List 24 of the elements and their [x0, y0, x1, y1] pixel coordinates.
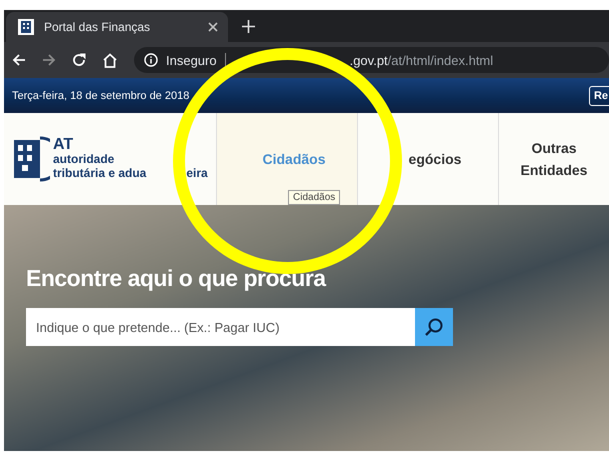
browser-tab[interactable]: Portal das Finanças	[6, 12, 228, 42]
url-text: .gov.pt/at/html/index.html	[350, 52, 494, 68]
reload-icon[interactable]	[72, 53, 86, 67]
forward-icon[interactable]	[42, 53, 56, 67]
site-favicon-icon	[18, 19, 34, 35]
info-icon[interactable]	[144, 53, 158, 67]
new-tab-icon[interactable]	[242, 20, 255, 33]
logo-acronym: AT	[53, 138, 74, 152]
header-button[interactable]: Re	[588, 86, 609, 106]
security-label: Inseguro	[166, 52, 226, 68]
logo-text: autoridade	[53, 152, 116, 166]
shield-logo-icon	[12, 136, 50, 182]
logo-text: eira	[186, 166, 208, 180]
search-field[interactable]: Indique o que pretende... (Ex.: Pagar IUC)	[26, 308, 415, 346]
search-button[interactable]	[415, 308, 453, 346]
search-icon	[424, 317, 444, 337]
back-icon[interactable]	[12, 53, 26, 67]
tab-title: Portal das Finanças	[44, 20, 152, 34]
hero-heading: Encontre aqui o que procura	[26, 265, 328, 292]
home-icon[interactable]	[102, 52, 118, 68]
tooltip: Cidadãos	[288, 190, 340, 205]
close-icon[interactable]	[208, 22, 218, 32]
logo-text: tributária e adua	[53, 166, 146, 180]
date-text: Terça-feira, 18 de setembro de 2018	[12, 90, 190, 102]
